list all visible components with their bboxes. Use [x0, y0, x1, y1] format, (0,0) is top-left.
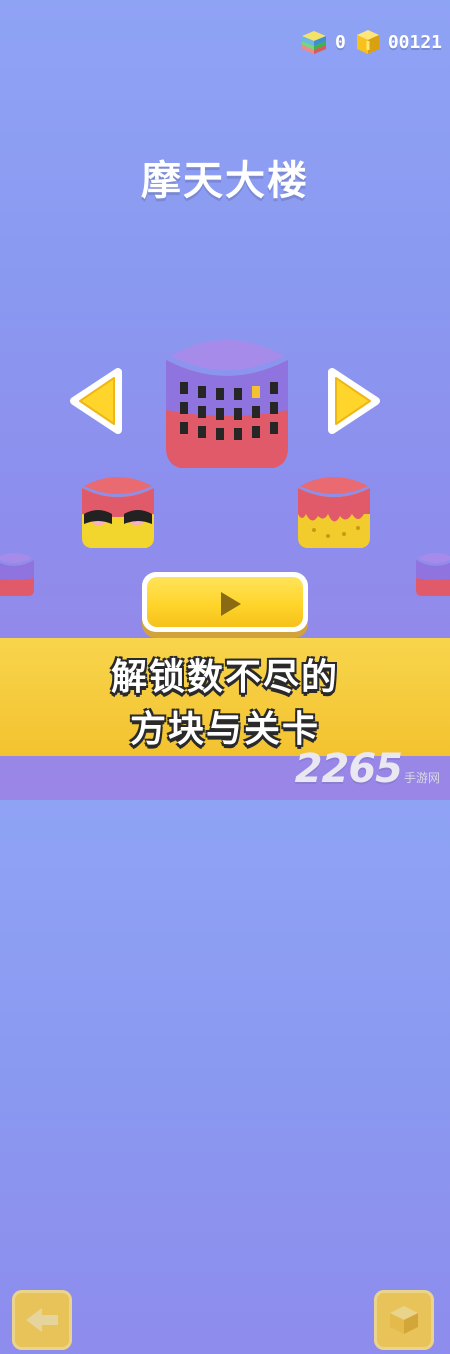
- bricks-value: 0: [334, 31, 346, 53]
- cube-icon: [390, 1306, 418, 1334]
- ghost-cube-button: [374, 1290, 434, 1350]
- arrow-right-icon[interactable]: [326, 366, 382, 436]
- coin-icon: [356, 30, 379, 54]
- arrow-back-icon: [26, 1308, 58, 1332]
- ghost-back-button: [12, 1290, 72, 1350]
- watermark: 2265 手游网: [295, 746, 440, 792]
- watermark-number: 2265: [294, 746, 403, 792]
- coins-counter: 00121: [354, 28, 442, 56]
- edge-cube-right: [416, 553, 450, 596]
- promo-banner: 解锁数不尽的 方块与关卡: [0, 638, 450, 1350]
- level-title: 摩天大楼: [141, 158, 309, 204]
- unlockable-cube-left[interactable]: [78, 470, 158, 550]
- brick-stack-icon: [301, 31, 326, 54]
- promo-line-1: 解锁数不尽的: [110, 657, 339, 698]
- bricks-counter: 0: [299, 28, 346, 56]
- play-button-face[interactable]: [147, 577, 303, 627]
- coins-value: 00121: [387, 31, 442, 53]
- edge-cube-left: [0, 553, 34, 596]
- watermark-site: 手游网: [403, 771, 440, 785]
- main-building-cube[interactable]: [158, 330, 296, 476]
- arrow-left-icon[interactable]: [68, 366, 124, 436]
- play-button[interactable]: [142, 572, 308, 632]
- promo-line-2: 方块与关卡: [129, 709, 320, 750]
- play-icon: [221, 592, 241, 616]
- currency-bar: 0 00121: [299, 28, 442, 56]
- unlockable-cube-right[interactable]: [294, 470, 374, 550]
